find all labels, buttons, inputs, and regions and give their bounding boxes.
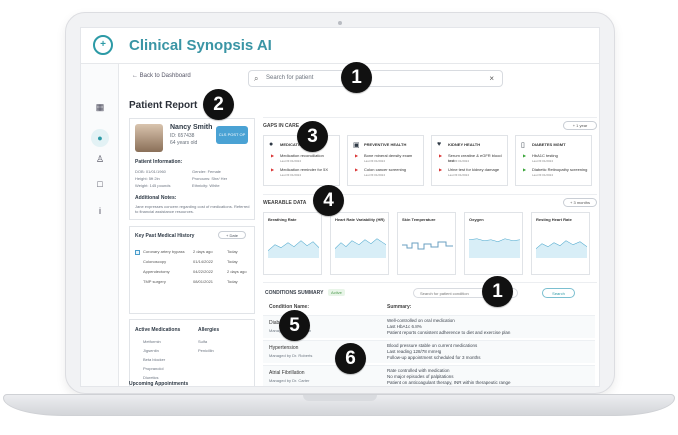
patient-id: ID: 657438	[170, 133, 195, 139]
medication-item: Beta blocker	[143, 357, 166, 362]
skin-temperature-card: Skin Temperature	[397, 212, 456, 275]
numbered-marker: 5	[279, 310, 310, 341]
left-navigation: ▦ ● ♙ □ i	[81, 64, 119, 386]
condition-name-header: Condition Name:	[269, 304, 309, 310]
breathing-rate-card: Breathing Rate	[263, 212, 322, 275]
condition-row[interactable]: Diabetes Type 2 Managed by Dr. Sheron We…	[263, 315, 595, 338]
info-icon[interactable]: i	[91, 202, 109, 220]
breathing-rate-sparkline	[268, 240, 319, 258]
patients-icon[interactable]: ●	[91, 129, 109, 147]
patient-search-input[interactable]: ⌕ Search for patient ×	[248, 70, 503, 87]
medication-item: Propranolol	[143, 366, 164, 371]
wearables-range-button[interactable]: + 3 months	[563, 198, 597, 207]
medication-item: Diuretics	[143, 375, 159, 380]
heart-icon: ♥	[437, 141, 442, 148]
summary-header: Summary:	[387, 304, 412, 310]
kidney-health-gap-card: ♥ KIDNEY HEALTH ▶ Serum creatine & eGFR …	[431, 135, 508, 186]
medication-item: Metformin	[143, 339, 161, 344]
additional-notes-label: Additional Notes:	[135, 195, 177, 201]
condition-row[interactable]: Atrial Fibrillation Managed by Dr. Carte…	[263, 365, 595, 386]
gaps-in-care-title: GAPS IN CARE	[263, 123, 300, 129]
history-row[interactable]: TMP surgery 08/01/2021 Today	[135, 279, 249, 288]
heart-plus-icon: +	[93, 35, 113, 55]
preventive-health-gap-card: ▣ PREVENTIVE HEALTH ▶ Bone mineral densi…	[347, 135, 424, 186]
flag-icon: ▶	[439, 153, 443, 158]
medication-item: Jigsentin	[143, 348, 159, 353]
allergy-item: Penicillin	[198, 348, 214, 353]
grid-icon[interactable]: ▦	[91, 98, 109, 116]
calendar-icon[interactable]: □	[91, 175, 109, 193]
history-row[interactable]: Appendectomy 04/22/2022 2 days ago	[135, 269, 249, 278]
active-medications-title: Active Medications	[135, 327, 181, 333]
medications-card: Active Medications Allergies Metformin J…	[129, 319, 255, 386]
pill-icon: ●	[269, 141, 274, 148]
heart-rate-variability-card: Heart Rate Variability (HR)	[330, 212, 389, 275]
flag-icon: ▶	[523, 153, 527, 158]
patient-name: Nancy Smith	[170, 124, 213, 131]
gaps-range-button[interactable]: + 1 year	[563, 121, 597, 130]
condition-search-button[interactable]: Search	[542, 288, 575, 298]
app-title: Clinical Synopsis AI	[129, 37, 272, 54]
medical-history-card: Key Past Medical History + Date Coronary…	[129, 226, 255, 314]
numbered-marker: 2	[203, 89, 234, 120]
add-date-button[interactable]: + Date	[218, 231, 246, 239]
wearable-data-title: WEARABLE DATA	[263, 200, 307, 206]
numbered-marker: 1	[482, 276, 513, 307]
checkbox[interactable]	[135, 250, 140, 255]
avatar	[135, 124, 163, 152]
close-icon[interactable]: ×	[489, 74, 494, 83]
laptop-base	[3, 394, 675, 416]
laptop-screenshot: + Clinical Synopsis AI ▦ ● ♙ □ i ← Back …	[0, 0, 678, 435]
flag-icon: ▶	[355, 153, 359, 158]
patient-pronouns: Pronouns: She/ Her	[192, 176, 228, 181]
allergy-item: Sulfa	[198, 339, 208, 344]
back-to-dashboard-link[interactable]: ← Back to Dashboard	[132, 73, 191, 79]
upcoming-appointments-title: Upcoming Appointments	[129, 381, 189, 387]
medical-history-title: Key Past Medical History	[135, 233, 195, 239]
status-badge: Active	[328, 289, 345, 296]
history-row[interactable]: Coronary artery bypass 2 days ago Today	[135, 249, 249, 258]
cls-post-op-button[interactable]: CLS POST OP	[216, 126, 248, 144]
numbered-marker: 6	[335, 343, 366, 374]
numbered-marker: 1	[341, 62, 372, 93]
conditions-summary-title: CONDITIONS SUMMARY	[265, 290, 324, 296]
patient-age: 64 years old	[170, 140, 198, 146]
allergies-title: Allergies	[198, 327, 220, 333]
patient-height: Height: 5ft 2in	[135, 176, 160, 181]
page-title: Patient Report	[129, 100, 198, 111]
shield-icon: ▣	[353, 142, 360, 149]
oxygen-card: Oxygen	[464, 212, 523, 275]
history-row[interactable]: Colonoscopy 01/14/2022 Today	[135, 259, 249, 268]
camera-icon	[338, 21, 342, 25]
skin-temperature-sparkline	[402, 241, 453, 250]
additional-notes-text: Jane expresses concern regarding cost of…	[135, 204, 250, 214]
numbered-marker: 4	[313, 185, 344, 216]
resting-heart-rate-card: Resting Heart Rate	[531, 212, 590, 275]
laptop-notch	[303, 395, 377, 401]
search-placeholder: Search for patient	[266, 75, 314, 81]
search-icon: ⌕	[254, 74, 259, 83]
flag-icon: ▶	[439, 167, 443, 172]
resting-heart-rate-sparkline	[536, 240, 587, 258]
numbered-marker: 3	[297, 121, 328, 152]
diabetes-management-gap-card: ▯ DIABETES MGMT ▶ HbA1C testing Last fil…	[515, 135, 592, 186]
patient-ethnicity: Ethnicity: White	[192, 183, 220, 188]
wearable-data-panel: WEARABLE DATA + 3 months Breathing Rate …	[263, 194, 597, 277]
oxygen-sparkline	[469, 238, 520, 258]
conditions-summary-panel: CONDITIONS SUMMARY Active Search for pat…	[263, 282, 597, 386]
patient-weight: Weight: 145 pounds	[135, 183, 171, 188]
patient-information-label: Patient Information:	[135, 159, 183, 165]
flag-icon: ▶	[271, 167, 275, 172]
heart-rate-variability-sparkline	[335, 238, 386, 258]
phone-icon: ▯	[521, 142, 525, 149]
flag-icon: ▶	[523, 167, 527, 172]
condition-row[interactable]: Hypertension Managed by Dr. Roberts Bloo…	[263, 340, 595, 363]
patient-dob: DOB: 01/01/1960	[135, 169, 166, 174]
people-icon[interactable]: ♙	[91, 150, 109, 168]
app-header: + Clinical Synopsis AI	[81, 28, 599, 64]
flag-icon: ▶	[271, 153, 275, 158]
flag-icon: ▶	[355, 167, 359, 172]
patient-gender: Gender: Female	[192, 169, 221, 174]
patient-card: Nancy Smith ID: 657438 64 years old CLS …	[129, 118, 255, 220]
